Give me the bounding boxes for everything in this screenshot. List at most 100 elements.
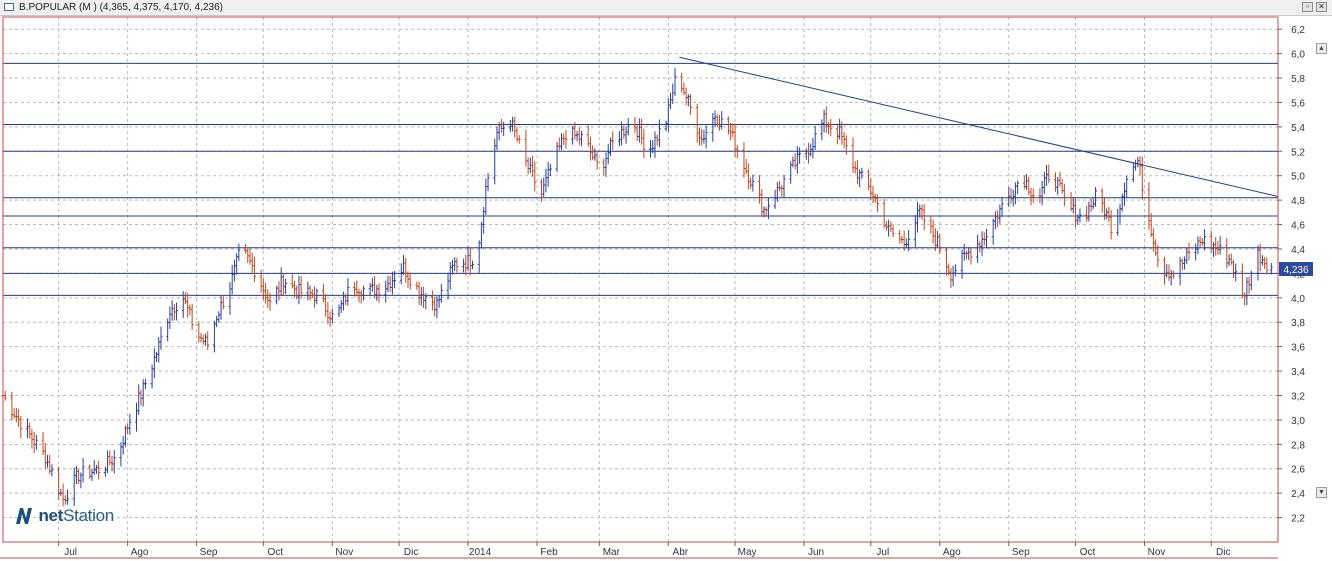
ohlc-bar — [695, 103, 699, 143]
ohlc-bar — [252, 256, 256, 282]
ohlc-bar — [593, 148, 597, 161]
ohlc-bar — [201, 334, 205, 345]
ohlc-bar — [920, 204, 924, 220]
ohlc-bar — [855, 159, 859, 185]
x-tick-label: 2014 — [469, 547, 492, 558]
ohlc-bar — [1229, 253, 1233, 265]
ohlc-bar — [982, 232, 986, 246]
ohlc-bar — [123, 425, 127, 447]
ohlc-bar — [1196, 236, 1200, 255]
ohlc-bar — [1058, 171, 1062, 187]
ohlc-bar — [168, 306, 172, 330]
ohlc-bar — [384, 280, 388, 303]
ohlc-bar — [1122, 182, 1126, 207]
ohlc-bar — [1007, 187, 1011, 207]
ohlc-bar — [1085, 205, 1089, 222]
ohlc-bar — [402, 255, 406, 276]
ohlc-bar — [964, 250, 968, 260]
ohlc-bar — [931, 219, 935, 244]
ohlc-bar — [1107, 206, 1111, 222]
ohlc-bar — [620, 121, 624, 146]
x-tick-label: Nov — [335, 547, 353, 558]
ohlc-bar — [359, 289, 363, 304]
ohlc-bar — [404, 258, 408, 283]
ohlc-bar — [1214, 237, 1218, 256]
ohlc-bar — [998, 204, 1002, 224]
ohlc-bar — [1171, 270, 1175, 279]
ohlc-bar — [261, 278, 265, 300]
trend-line-group — [679, 56, 1279, 197]
ohlc-bar — [729, 122, 733, 141]
ohlc-bar — [962, 243, 966, 261]
ohlc-bar — [1234, 263, 1238, 282]
ohlc-bar — [482, 207, 486, 234]
ohlc-bar — [59, 488, 63, 497]
ohlc-bar — [809, 143, 813, 157]
ohlc-bar — [1105, 208, 1109, 220]
ohlc-bar — [913, 214, 917, 248]
ohlc-bar — [1047, 164, 1051, 184]
ohlc-bar — [12, 408, 16, 419]
price-chart[interactable]: 2,22,42,62,83,03,23,43,63,84,04,24,44,64… — [0, 0, 1332, 561]
ohlc-bar — [190, 303, 194, 331]
x-tick-label: Nov — [1148, 547, 1166, 558]
ohlc-bar — [25, 418, 29, 439]
ohlc-bar — [969, 248, 973, 265]
ohlc-bar — [97, 460, 101, 480]
scroll-down-icon[interactable]: ▼ — [1316, 487, 1327, 498]
x-tick-label: May — [738, 547, 757, 558]
ohlc-bar — [502, 121, 506, 136]
vertical-scrollbar[interactable]: ▲ ▼ — [1281, 16, 1329, 543]
ohlc-bar — [891, 225, 895, 238]
ohlc-bar — [778, 180, 782, 192]
ohlc-bar — [889, 221, 893, 233]
ohlc-bar — [791, 156, 795, 168]
ohlc-bar — [1022, 175, 1026, 190]
ohlc-bar — [1062, 183, 1066, 207]
ohlc-bar — [306, 281, 310, 301]
ohlc-bar — [321, 284, 325, 303]
ohlc-bar — [1243, 292, 1247, 306]
ohlc-bar — [1247, 276, 1251, 295]
ohlc-bar — [1109, 210, 1113, 240]
ohlc-bar — [1265, 257, 1269, 275]
ohlc-bar — [1016, 180, 1020, 195]
ohlc-bar — [858, 169, 862, 188]
ohlc-bar — [135, 402, 139, 432]
ohlc-bar — [1131, 163, 1135, 183]
ohlc-bar — [711, 113, 715, 142]
ohlc-bar — [232, 259, 236, 282]
ohlc-bar — [960, 249, 964, 279]
ohlc-bar — [884, 220, 888, 231]
scroll-up-icon[interactable]: ▲ — [1316, 43, 1327, 54]
ohlc-bar — [228, 282, 232, 315]
ohlc-bar — [617, 131, 621, 147]
ohlc-bar — [680, 72, 684, 93]
ohlc-bar — [175, 302, 179, 321]
ohlc-bar — [1256, 245, 1260, 281]
ohlc-bar — [580, 130, 584, 147]
ohlc-bar — [471, 260, 475, 270]
ohlc-bar — [3, 390, 7, 401]
ohlc-bar — [575, 131, 579, 142]
ohlc-bar — [760, 188, 764, 217]
ohlc-bar — [1187, 242, 1191, 261]
ohlc-bar — [10, 391, 14, 421]
ohlc-bar — [324, 294, 328, 317]
ohlc-bar — [606, 143, 610, 165]
netstation-logo-icon — [16, 508, 32, 524]
ohlc-bar — [664, 120, 668, 132]
ohlc-bar — [468, 247, 472, 276]
ohlc-bar — [1165, 264, 1169, 278]
ohlc-bar — [542, 177, 546, 197]
ohlc-bar — [246, 247, 250, 263]
x-tick-label: Oct — [268, 547, 284, 558]
ohlc-bar — [764, 206, 768, 217]
ohlc-bar — [248, 248, 252, 265]
ohlc-bar — [106, 450, 110, 474]
x-tick-label: Feb — [540, 547, 558, 558]
ohlc-bar — [780, 185, 784, 197]
x-tick-label: Jun — [808, 547, 824, 558]
ohlc-bar — [922, 204, 926, 231]
ohlc-bar — [17, 409, 21, 428]
